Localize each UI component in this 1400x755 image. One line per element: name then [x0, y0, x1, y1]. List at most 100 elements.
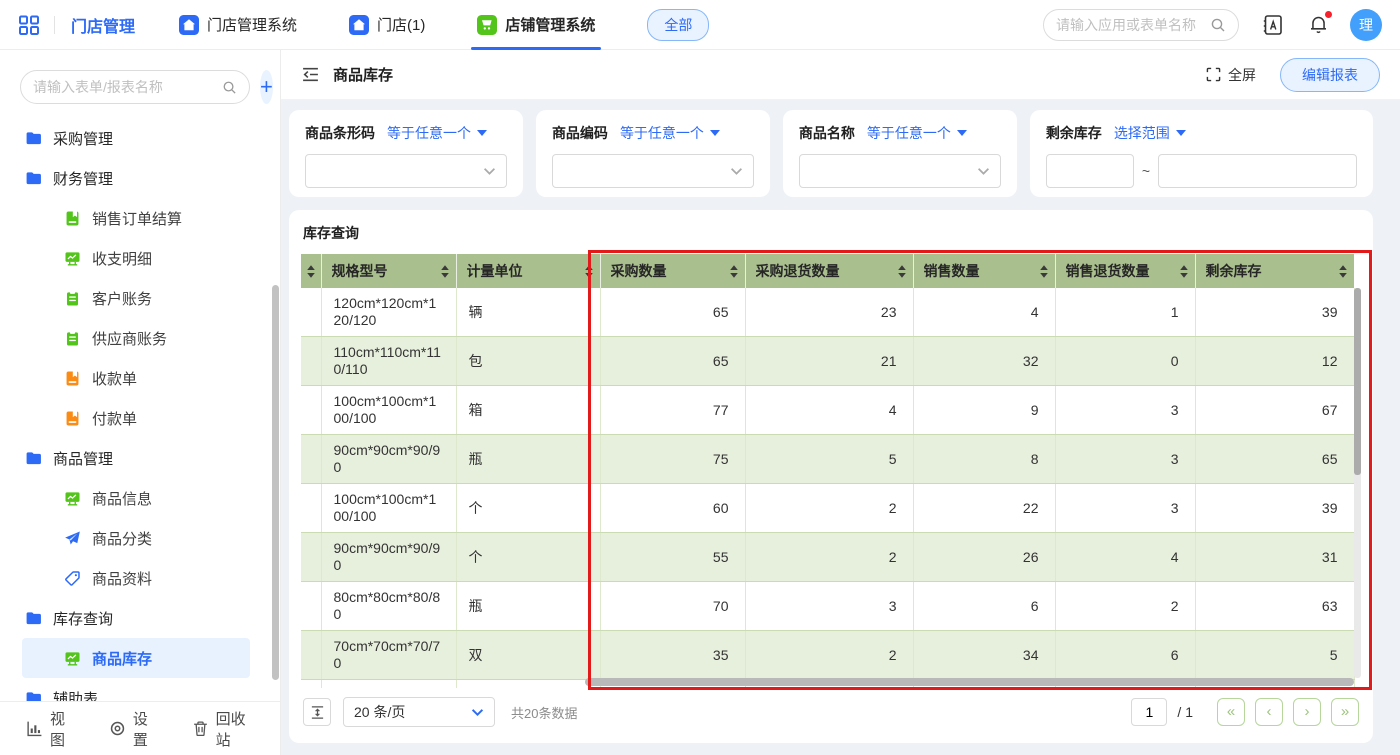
- row-height-button[interactable]: [303, 698, 331, 726]
- page-size-select[interactable]: 20 条/页: [343, 697, 495, 727]
- language-icon[interactable]: [1261, 13, 1285, 37]
- sidebar-item-label: 供应商账务: [92, 328, 167, 349]
- cell: 2: [745, 631, 913, 680]
- ledger-orange-icon: [64, 410, 81, 427]
- collapse-sidebar-icon[interactable]: [301, 65, 320, 84]
- form-search[interactable]: [20, 70, 250, 104]
- tab-store-1[interactable]: 门店(1): [349, 0, 425, 50]
- column-header-销售数量[interactable]: 销售数量: [913, 254, 1055, 288]
- cell: 120cm*120cm*120/120: [321, 288, 456, 337]
- horizontal-scrollbar[interactable]: [301, 678, 1354, 686]
- filter-operator-dropdown[interactable]: 等于任意一个: [387, 123, 487, 143]
- sidebar-item-付款单[interactable]: 付款单: [0, 398, 280, 438]
- sidebar-scrollbar[interactable]: [272, 285, 279, 680]
- sidebar-item-供应商账务[interactable]: 供应商账务: [0, 318, 280, 358]
- cell: 75: [600, 435, 745, 484]
- filter-value-select[interactable]: [799, 154, 1001, 188]
- sidebar-item-辅助表[interactable]: 辅助表: [0, 678, 280, 701]
- column-header-采购退货数量[interactable]: 采购退货数量: [745, 254, 913, 288]
- cell: 110cm*110cm*110/110: [321, 337, 456, 386]
- cell: 9: [913, 386, 1055, 435]
- column-header-计量单位[interactable]: 计量单位: [456, 254, 600, 288]
- column-header-采购数量[interactable]: 采购数量: [600, 254, 745, 288]
- sidebar-item-财务管理[interactable]: 财务管理: [0, 158, 280, 198]
- column-header-规格型号[interactable]: 规格型号: [321, 254, 456, 288]
- cell: 65: [600, 288, 745, 337]
- fullscreen-button[interactable]: 全屏: [1206, 65, 1256, 85]
- views-button[interactable]: 视图: [26, 708, 75, 750]
- board-green-icon: [64, 490, 81, 507]
- sidebar-item-label: 商品分类: [92, 528, 152, 549]
- range-max-input[interactable]: [1158, 154, 1357, 188]
- cell: 0: [1055, 337, 1195, 386]
- tab-shop-mgmt-system-active[interactable]: 店铺管理系统: [477, 0, 595, 50]
- settings-button[interactable]: 设置: [109, 708, 158, 750]
- sidebar-item-收支明细[interactable]: 收支明细: [0, 238, 280, 278]
- filter-operator-dropdown[interactable]: 选择范围: [1114, 123, 1186, 143]
- cell: 3: [1055, 435, 1195, 484]
- user-avatar[interactable]: 理: [1350, 9, 1382, 41]
- sidebar-item-库存查询[interactable]: 库存查询: [0, 598, 280, 638]
- cell: 双: [456, 631, 600, 680]
- global-search[interactable]: [1043, 9, 1239, 41]
- column-header-剩余库存[interactable]: 剩余库存: [1195, 254, 1354, 288]
- cell: 77: [600, 386, 745, 435]
- edit-report-button[interactable]: 编辑报表: [1280, 58, 1380, 92]
- last-page-button[interactable]: »: [1331, 698, 1359, 726]
- cell: 60: [600, 484, 745, 533]
- next-page-button[interactable]: ›: [1293, 698, 1321, 726]
- sidebar-item-label: 财务管理: [53, 168, 113, 189]
- sidebar-item-商品库存[interactable]: 商品库存: [22, 638, 250, 678]
- prev-page-button[interactable]: ‹: [1255, 698, 1283, 726]
- cell: 39: [1195, 288, 1354, 337]
- cell: 21: [745, 337, 913, 386]
- sidebar-item-商品管理[interactable]: 商品管理: [0, 438, 280, 478]
- filter-operator-dropdown[interactable]: 等于任意一个: [620, 123, 720, 143]
- table-row: 100cm*100cm*100/100箱7749367: [301, 386, 1354, 435]
- cell: 2: [1055, 582, 1195, 631]
- notification-bell-icon[interactable]: [1307, 13, 1330, 36]
- filter-card-product-name: 商品名称 等于任意一个: [783, 110, 1017, 197]
- global-search-input[interactable]: [1056, 17, 1202, 33]
- tag-blue-icon: [64, 570, 81, 587]
- cell: 80cm*80cm*80/80: [321, 582, 456, 631]
- sidebar-item-商品分类[interactable]: 商品分类: [0, 518, 280, 558]
- add-form-button[interactable]: +: [260, 70, 273, 104]
- sort-icon: [306, 264, 316, 279]
- all-apps-pill[interactable]: 全部: [647, 9, 709, 41]
- row-height-icon: [310, 705, 325, 720]
- apps-grid-icon[interactable]: [18, 14, 40, 36]
- filter-value-select[interactable]: [552, 154, 754, 188]
- column-header-销售退货数量[interactable]: 销售退货数量: [1055, 254, 1195, 288]
- sidebar-item-收款单[interactable]: 收款单: [0, 358, 280, 398]
- range-min-input[interactable]: [1046, 154, 1134, 188]
- caret-down-icon: [477, 130, 487, 136]
- filter-value-select[interactable]: [305, 154, 507, 188]
- sidebar-item-销售订单结算[interactable]: 销售订单结算: [0, 198, 280, 238]
- range-separator: ~: [1142, 163, 1150, 179]
- page-number-input[interactable]: [1131, 698, 1167, 726]
- table-row: 80cm*80cm*80/80瓶7036263: [301, 582, 1354, 631]
- caret-down-icon: [957, 130, 967, 136]
- filter-operator-dropdown[interactable]: 等于任意一个: [867, 123, 967, 143]
- sort-icon: [584, 264, 594, 279]
- sort-icon: [1039, 264, 1049, 279]
- first-page-button[interactable]: «: [1217, 698, 1245, 726]
- sidebar-item-label: 付款单: [92, 408, 137, 429]
- sidebar-item-商品资料[interactable]: 商品资料: [0, 558, 280, 598]
- column-header-hidden[interactable]: [301, 254, 321, 288]
- form-search-input[interactable]: [33, 79, 214, 95]
- tab-store-mgmt-system[interactable]: 门店管理系统: [179, 0, 297, 50]
- cell: 3: [1055, 386, 1195, 435]
- sidebar-item-客户账务[interactable]: 客户账务: [0, 278, 280, 318]
- folder-icon: [25, 610, 42, 627]
- recycle-bin-button[interactable]: 回收站: [192, 708, 254, 750]
- cell: 5: [745, 435, 913, 484]
- workspace-label[interactable]: 门店管理: [71, 13, 135, 37]
- vertical-scrollbar[interactable]: [1354, 288, 1361, 678]
- sidebar-item-采购管理[interactable]: 采购管理: [0, 118, 280, 158]
- chart-icon: [26, 720, 43, 737]
- cell: 2: [745, 484, 913, 533]
- divider: [54, 16, 55, 34]
- sidebar-item-商品信息[interactable]: 商品信息: [0, 478, 280, 518]
